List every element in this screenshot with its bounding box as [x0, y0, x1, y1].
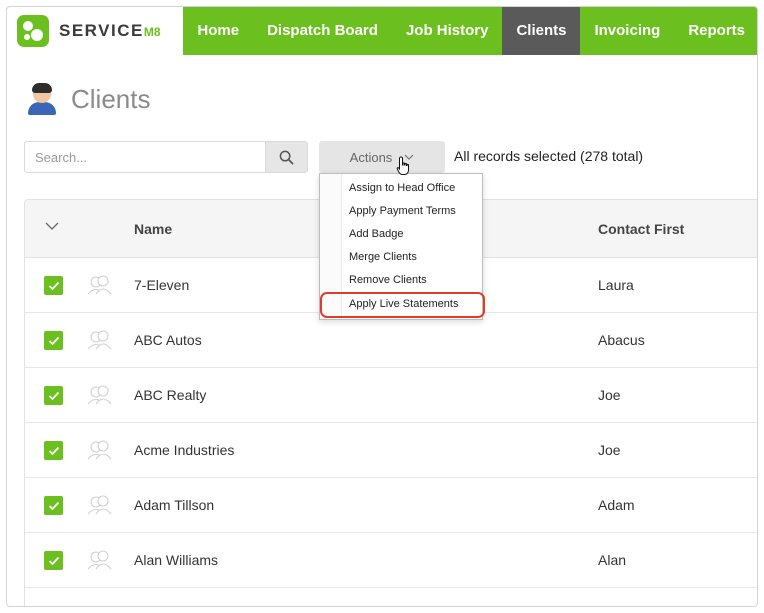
contacts-people-icon — [87, 330, 112, 350]
search-input[interactable] — [25, 142, 265, 172]
client-name: Alan Williams — [134, 552, 219, 568]
nav-clients[interactable]: Clients — [502, 7, 581, 55]
search-button[interactable] — [265, 142, 307, 172]
contact-first: Joe — [598, 387, 621, 403]
top-navigation-bar: SERVICEM8 Home Dispatch Board Job Histor… — [7, 7, 757, 55]
client-name: ABC Autos — [134, 332, 202, 348]
servicem8-logo-icon — [17, 15, 49, 47]
menu-item-assign-to-head-office[interactable]: Assign to Head Office — [349, 182, 455, 194]
nav-invoicing[interactable]: Invoicing — [580, 7, 674, 55]
contacts-people-icon — [87, 385, 112, 405]
checkmark-icon — [48, 281, 59, 290]
search-icon — [279, 150, 294, 164]
contact-first: Adam — [598, 497, 635, 513]
client-name: Acme Industries — [134, 442, 235, 458]
menu-item-add-badge[interactable]: Add Badge — [349, 228, 403, 240]
page-title: Clients — [71, 83, 151, 114]
row-checkbox[interactable] — [44, 441, 63, 460]
table-row[interactable]: ABC Autos Abacus — [25, 313, 757, 368]
row-checkbox[interactable] — [44, 276, 63, 295]
main-nav: Home Dispatch Board Job History Clients … — [183, 7, 757, 55]
page-header: Clients — [27, 79, 150, 119]
selection-status: All records selected (278 total) — [454, 148, 644, 164]
contact-first: Joe — [598, 442, 621, 458]
actions-label: Actions — [349, 149, 393, 165]
row-checkbox[interactable] — [44, 331, 63, 350]
contact-first: Alan — [598, 552, 627, 568]
table-row[interactable]: Acme Industries Joe — [25, 423, 757, 478]
row-checkbox[interactable] — [44, 551, 63, 570]
nav-dispatch-board[interactable]: Dispatch Board — [253, 7, 392, 55]
client-name: 7-Eleven — [134, 277, 190, 293]
checkmark-icon — [48, 391, 59, 400]
table-row[interactable]: Alan Williams Alan — [25, 533, 757, 588]
client-name: Adam Tillson — [134, 497, 215, 513]
logo[interactable]: SERVICEM8 — [7, 7, 184, 55]
table-row[interactable]: ABC Realty Joe — [25, 368, 757, 423]
column-header-name[interactable]: Name — [134, 221, 172, 237]
client-name: ABC Realty — [134, 387, 207, 403]
contact-first: Abacus — [598, 332, 645, 348]
menu-item-remove-clients[interactable]: Remove Clients — [349, 274, 427, 286]
search-box — [24, 141, 308, 173]
contacts-people-icon — [87, 550, 112, 570]
user-icon — [27, 83, 57, 115]
menu-item-merge-clients[interactable]: Merge Clients — [349, 251, 417, 263]
row-checkbox[interactable] — [44, 386, 63, 405]
actions-dropdown-button[interactable]: Actions — [319, 141, 445, 173]
logo-text: SERVICEM8 — [59, 21, 161, 40]
nav-reports[interactable]: Reports — [674, 7, 757, 55]
checkmark-icon — [48, 501, 59, 510]
row-checkbox[interactable] — [44, 496, 63, 515]
checkmark-icon — [48, 556, 59, 565]
app-window: SERVICEM8 Home Dispatch Board Job Histor… — [6, 6, 758, 607]
contact-first: Laura — [598, 277, 634, 293]
contacts-people-icon — [87, 495, 112, 515]
nav-home[interactable]: Home — [183, 7, 253, 55]
checkmark-icon — [48, 336, 59, 345]
select-all-chevron-icon[interactable] — [45, 222, 59, 231]
menu-item-apply-payment-terms[interactable]: Apply Payment Terms — [349, 205, 456, 217]
nav-job-history[interactable]: Job History — [392, 7, 503, 55]
checkmark-icon — [48, 446, 59, 455]
contacts-people-icon — [87, 440, 112, 460]
column-header-contact-first[interactable]: Contact First — [598, 221, 684, 237]
table-row[interactable]: Adam Tillson Adam — [25, 478, 757, 533]
contacts-people-icon — [87, 275, 112, 295]
hand-cursor-icon — [396, 156, 409, 175]
highlight-outline — [320, 292, 485, 318]
